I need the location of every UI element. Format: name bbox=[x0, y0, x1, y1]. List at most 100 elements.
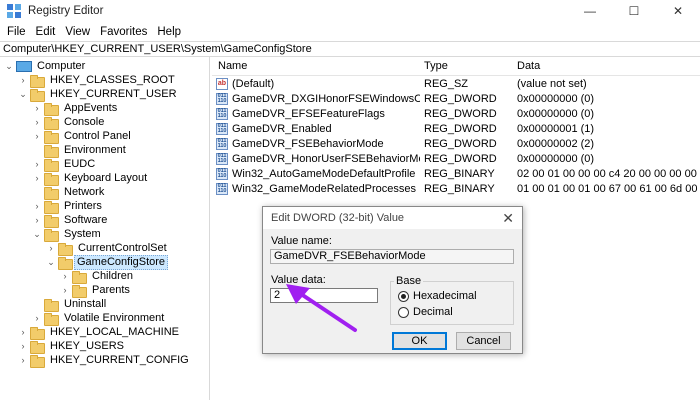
value-name: (Default) bbox=[232, 78, 275, 90]
tree-item-label: Computer bbox=[37, 59, 86, 72]
table-row[interactable]: 011 110 GameDVR_EFSEFeatureFlags REG_DWOR… bbox=[212, 107, 700, 122]
chevron-right-icon[interactable]: › bbox=[32, 200, 42, 212]
tree-item-hkey-users[interactable]: › HKEY_USERS bbox=[18, 339, 128, 354]
maximize-button[interactable]: ☐ bbox=[612, 0, 656, 22]
tree-item-label: Children bbox=[92, 269, 133, 282]
folder-icon bbox=[44, 214, 59, 228]
tree-item-hkey-classes-root[interactable]: › HKEY_CLASSES_ROOT bbox=[18, 73, 179, 88]
table-row[interactable]: ab (Default) REG_SZ (value not set) bbox=[212, 77, 700, 92]
tree-item-label: System bbox=[64, 227, 101, 240]
chevron-right-icon[interactable]: › bbox=[46, 242, 56, 254]
value-data: (value not set) bbox=[517, 78, 587, 90]
dialog-title: Edit DWORD (32-bit) Value bbox=[271, 212, 405, 224]
value-data: 0x00000002 (2) bbox=[517, 138, 595, 150]
menu-edit[interactable]: Edit bbox=[31, 26, 61, 38]
tree-item-computer[interactable]: ⌄ Computer bbox=[4, 59, 89, 73]
chevron-down-icon[interactable]: ⌄ bbox=[32, 228, 42, 240]
table-row[interactable]: 011 110 GameDVR_FSEBehaviorMode REG_DWORD… bbox=[212, 137, 700, 152]
menu-file[interactable]: File bbox=[2, 26, 31, 38]
menu-help[interactable]: Help bbox=[152, 26, 186, 38]
binary-value-icon: 011 110 bbox=[216, 108, 228, 120]
chevron-right-icon[interactable]: › bbox=[32, 116, 42, 128]
menu-favorites[interactable]: Favorites bbox=[95, 26, 152, 38]
table-row[interactable]: 011 110 Win32_GameModeRelatedProcesses RE… bbox=[212, 182, 700, 197]
tree-item-keyboard-layout[interactable]: › Keyboard Layout bbox=[32, 171, 151, 186]
tree-item-children[interactable]: › Children bbox=[60, 269, 137, 284]
dialog-close-button[interactable]: ✕ bbox=[502, 210, 514, 227]
binary-value-icon: 011 110 bbox=[216, 93, 228, 105]
chevron-right-icon[interactable]: › bbox=[32, 214, 42, 226]
table-row[interactable]: 011 110 GameDVR_Enabled REG_DWORD 0x00000… bbox=[212, 122, 700, 137]
chevron-right-icon[interactable]: › bbox=[32, 102, 42, 114]
column-header-data[interactable]: Data bbox=[517, 60, 540, 72]
value-name-field[interactable]: GameDVR_FSEBehaviorMode bbox=[270, 249, 514, 264]
ok-button[interactable]: OK bbox=[392, 332, 447, 350]
radio-unselected-icon[interactable] bbox=[398, 306, 409, 318]
cancel-button[interactable]: Cancel bbox=[456, 332, 511, 350]
radio-selected-icon[interactable] bbox=[398, 290, 409, 302]
binary-value-icon: 011 110 bbox=[216, 123, 228, 135]
tree-item-label: Software bbox=[64, 213, 108, 226]
chevron-right-icon[interactable]: › bbox=[32, 172, 42, 184]
chevron-right-icon[interactable]: › bbox=[32, 158, 42, 170]
minimize-button[interactable]: — bbox=[568, 0, 612, 22]
radio-label: Hexadecimal bbox=[413, 290, 477, 302]
folder-icon bbox=[44, 298, 59, 312]
tree-item-appevents[interactable]: › AppEvents bbox=[32, 101, 121, 116]
radio-decimal[interactable]: Decimal bbox=[398, 306, 453, 318]
chevron-right-icon[interactable]: › bbox=[18, 340, 28, 352]
tree-item-gameconfigstore[interactable]: ⌄ GameConfigStore bbox=[46, 254, 169, 270]
column-header-type[interactable]: Type bbox=[424, 60, 448, 72]
chevron-right-icon[interactable]: › bbox=[60, 270, 70, 282]
menu-bar: File Edit View Favorites Help bbox=[0, 22, 700, 41]
tree-item-hkey-current-config[interactable]: › HKEY_CURRENT_CONFIG bbox=[18, 353, 193, 368]
value-data: 01 00 01 00 01 00 67 00 61 00 6d 00 65 0… bbox=[517, 183, 700, 195]
value-data: 02 00 01 00 00 00 c4 20 00 00 00 00 00 0… bbox=[517, 168, 700, 180]
tree-item-label: EUDC bbox=[64, 157, 96, 170]
tree-item-hkey-current-user[interactable]: ⌄ HKEY_CURRENT_USER bbox=[18, 87, 181, 102]
radio-hexadecimal[interactable]: Hexadecimal bbox=[398, 290, 477, 302]
window-title: Registry Editor bbox=[28, 5, 104, 17]
tree-item-uninstall[interactable]: Uninstall bbox=[32, 297, 110, 312]
tree-item-control-panel[interactable]: › Control Panel bbox=[32, 129, 135, 144]
chevron-right-icon[interactable]: › bbox=[32, 312, 42, 324]
value-type: REG_SZ bbox=[424, 78, 469, 90]
binary-value-icon: 011 110 bbox=[216, 138, 228, 150]
table-row[interactable]: 011 110 GameDVR_HonorUserFSEBehaviorMode … bbox=[212, 152, 700, 167]
chevron-right-icon[interactable]: › bbox=[18, 354, 28, 366]
tree-item-volatile-environment[interactable]: › Volatile Environment bbox=[32, 311, 168, 326]
tree-item-printers[interactable]: › Printers bbox=[32, 199, 106, 214]
chevron-down-icon[interactable]: ⌄ bbox=[4, 60, 14, 72]
tree-item-label: Network bbox=[64, 185, 105, 198]
binary-value-icon: 011 110 bbox=[216, 168, 228, 180]
tree-item-console[interactable]: › Console bbox=[32, 115, 108, 130]
value-data: 0x00000000 (0) bbox=[517, 93, 595, 105]
tree-item-currentcontrolset[interactable]: › CurrentControlSet bbox=[46, 241, 171, 256]
menu-view[interactable]: View bbox=[60, 26, 95, 38]
table-row[interactable]: 011 110 Win32_AutoGameModeDefaultProfile … bbox=[212, 167, 700, 182]
column-header-name[interactable]: Name bbox=[218, 60, 247, 72]
close-button[interactable]: ✕ bbox=[656, 0, 700, 22]
tree-item-label: CurrentControlSet bbox=[78, 241, 167, 254]
tree-item-eudc[interactable]: › EUDC bbox=[32, 157, 99, 172]
address-bar[interactable]: Computer\HKEY_CURRENT_USER\System\GameCo… bbox=[0, 41, 700, 57]
chevron-down-icon[interactable]: ⌄ bbox=[46, 256, 56, 268]
tree-item-hkey-local-machine[interactable]: › HKEY_LOCAL_MACHINE bbox=[18, 325, 183, 340]
tree-item-parents[interactable]: › Parents bbox=[60, 283, 134, 298]
chevron-down-icon[interactable]: ⌄ bbox=[18, 88, 28, 100]
tree-item-environment[interactable]: Environment bbox=[32, 143, 130, 158]
value-name: GameDVR_HonorUserFSEBehaviorMode bbox=[232, 153, 420, 165]
chevron-right-icon[interactable]: › bbox=[60, 284, 70, 296]
chevron-right-icon[interactable]: › bbox=[18, 74, 28, 86]
chevron-right-icon[interactable]: › bbox=[18, 326, 28, 338]
tree-item-software[interactable]: › Software bbox=[32, 213, 111, 228]
tree-item-system[interactable]: ⌄ System bbox=[32, 227, 105, 242]
chevron-right-icon[interactable]: › bbox=[32, 130, 42, 142]
folder-icon bbox=[72, 284, 87, 298]
table-row[interactable]: 011110 GameDVR_DXGIHonorFSEWindowsCompat… bbox=[212, 92, 700, 107]
tree-item-network[interactable]: Network bbox=[32, 185, 108, 200]
value-type: REG_BINARY bbox=[424, 168, 495, 180]
tree-item-label: AppEvents bbox=[64, 101, 118, 114]
